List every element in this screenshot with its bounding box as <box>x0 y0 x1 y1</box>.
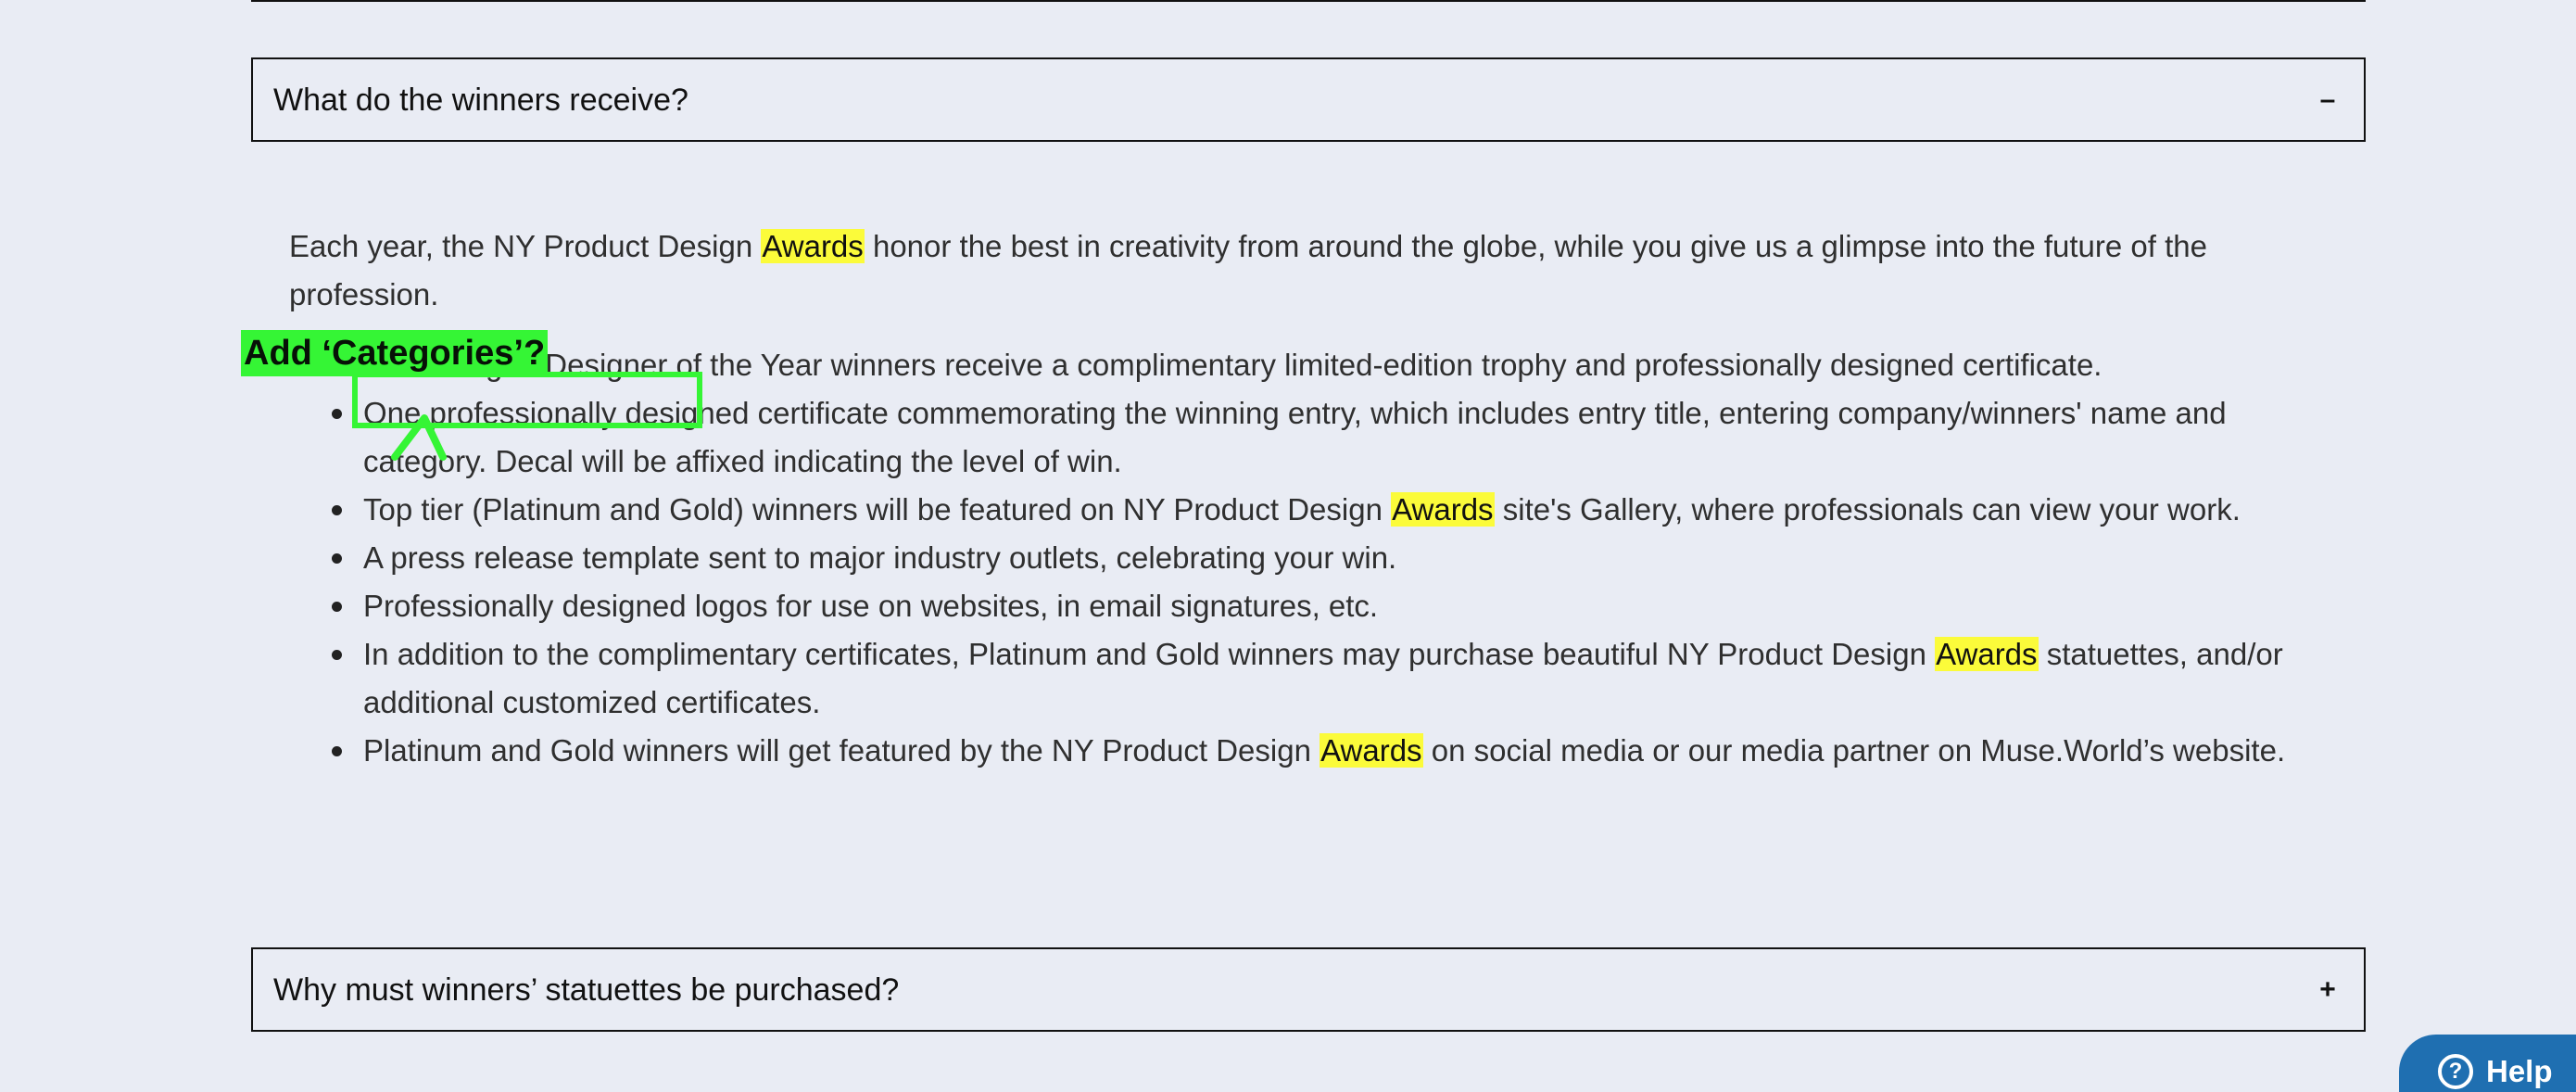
highlighted-awards: Awards <box>1391 492 1495 527</box>
annotation-caret-icon <box>391 414 447 461</box>
faq-question-text: Why must winners’ statuettes be purchase… <box>273 971 900 1008</box>
benefit-text-after: site's Gallery, where professionals can … <box>1494 492 2241 527</box>
benefit-text-after: on social media or our media partner on … <box>1422 733 2286 768</box>
help-button[interactable]: ? Help <box>2399 1035 2576 1092</box>
benefit-text-before: Top tier (Platinum and Gold) winners wil… <box>363 492 1392 527</box>
question-circle-icon: ? <box>2438 1054 2473 1089</box>
help-label: Help <box>2486 1054 2553 1088</box>
faq-answer-winners-receive: Each year, the NY Product Design Awards … <box>289 222 2346 775</box>
list-item: In addition to the complimentary certifi… <box>332 630 2346 727</box>
benefit-text-before: In addition to the complimentary certifi… <box>363 637 1936 671</box>
previous-faq-bottom-border <box>251 0 2366 2</box>
highlighted-awards: Awards <box>1320 733 1423 768</box>
faq-question-winners-receive[interactable]: What do the winners receive? – <box>251 57 2366 142</box>
list-item: Platinum and Gold winners will get featu… <box>332 727 2346 775</box>
intro-text-before: Each year, the NY Product Design <box>289 229 762 263</box>
benefit-text-before: Platinum and Gold winners will get featu… <box>363 733 1320 768</box>
list-item: Professionally designed logos for use on… <box>332 582 2346 630</box>
faq-question-text: What do the winners receive? <box>273 82 688 118</box>
benefit-text: Professionally designed logos for use on… <box>363 589 1379 623</box>
list-item: A press release template sent to major i… <box>332 534 2346 582</box>
review-annotation-label: Add ‘Categories’? <box>241 330 549 376</box>
list-item: Top tier (Platinum and Gold) winners wil… <box>332 486 2346 534</box>
expand-icon[interactable]: + <box>2314 975 2342 1004</box>
benefit-text: A press release template sent to major i… <box>363 540 1397 575</box>
highlighted-awards: Awards <box>1935 637 2039 671</box>
collapse-icon[interactable]: – <box>2314 85 2342 114</box>
highlighted-awards: Awards <box>761 229 865 263</box>
faq-question-statuettes-purchased[interactable]: Why must winners’ statuettes be purchase… <box>251 947 2366 1032</box>
answer-intro: Each year, the NY Product Design Awards … <box>289 222 2346 319</box>
